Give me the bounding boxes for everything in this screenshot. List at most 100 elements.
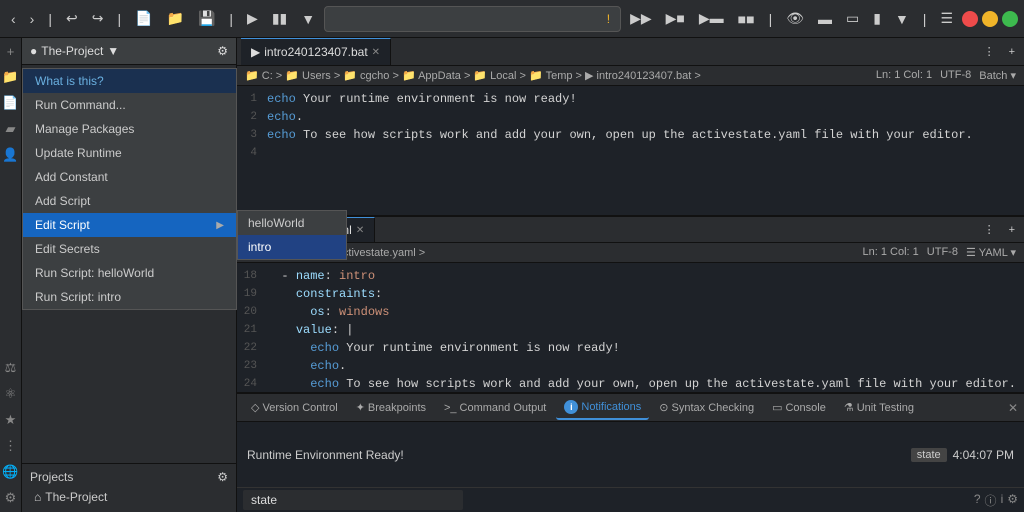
add-script-item[interactable]: Add Script bbox=[23, 189, 236, 213]
layout-btn3[interactable]: ▮ bbox=[868, 7, 886, 30]
new-file-button[interactable]: 📄 bbox=[130, 7, 157, 30]
info-icon-small[interactable]: i bbox=[1001, 492, 1004, 509]
toolbar-icon2[interactable]: ▶■ bbox=[661, 7, 690, 30]
layout-btn2[interactable]: ▭ bbox=[841, 7, 864, 30]
eye-button[interactable]: 👁 bbox=[781, 7, 809, 30]
btab-version-control[interactable]: ◇ Version Control bbox=[243, 397, 346, 418]
syntax-checking-label: Syntax Checking bbox=[672, 402, 755, 414]
undo-button[interactable]: ↩ bbox=[61, 7, 83, 30]
run-button[interactable]: ▶ bbox=[242, 7, 263, 30]
upper-code-editor[interactable]: 1 echo Your runtime environment is now r… bbox=[237, 86, 1024, 215]
database-icon[interactable]: ▰ bbox=[4, 119, 18, 139]
new-tab-btn[interactable]: + bbox=[1004, 42, 1020, 61]
project-dropdown-icon: ▼ bbox=[107, 44, 119, 58]
lower-new-tab-btn[interactable]: + bbox=[1004, 220, 1020, 239]
projects-gear-icon[interactable]: ⚙ bbox=[217, 470, 228, 484]
edit-secrets-item[interactable]: Edit Secrets bbox=[23, 237, 236, 261]
info-circle-icon[interactable]: ⓘ bbox=[985, 492, 997, 509]
console-icon: ▭ bbox=[772, 401, 782, 414]
lower-status-right: Ln: 1 Col: 1 UTF-8 ☰ YAML ▾ bbox=[863, 246, 1016, 259]
bottom-command-input[interactable] bbox=[243, 490, 463, 510]
edit-script-item[interactable]: Edit Script ▶ bbox=[23, 213, 236, 237]
context-menu: What is this? Run Command... Manage Pack… bbox=[22, 68, 237, 310]
run-intro-label: Run Script: intro bbox=[35, 290, 121, 304]
project-settings-icon[interactable]: ⚙ bbox=[217, 44, 228, 58]
toolbar-icon1[interactable]: ▶▶ bbox=[625, 7, 657, 30]
help-icon[interactable]: ? bbox=[974, 492, 981, 509]
flask-icon[interactable]: ⚖ bbox=[3, 358, 19, 378]
toolbar-icon3[interactable]: ▶▬ bbox=[694, 7, 729, 30]
version-control-label: Version Control bbox=[262, 402, 337, 414]
what-is-this-item[interactable]: What is this? bbox=[23, 69, 236, 93]
upper-tab-close[interactable]: ✕ bbox=[372, 47, 380, 58]
what-is-this-label: What is this? bbox=[35, 74, 104, 88]
lower-code-line-23: 23 echo. bbox=[237, 357, 1024, 375]
globe-icon[interactable]: 🌐 bbox=[0, 462, 20, 482]
lower-breadcrumb: ■ The-Project > ☰ activestate.yaml > Ln:… bbox=[237, 243, 1024, 263]
star-icon[interactable]: ★ bbox=[3, 410, 19, 430]
bottom-panel-close[interactable]: ✕ bbox=[1008, 401, 1018, 415]
run-command-item[interactable]: Run Command... bbox=[23, 93, 236, 117]
lower-tab-close[interactable]: ✕ bbox=[356, 225, 364, 236]
notification-meta: state 4:04:07 PM bbox=[911, 448, 1014, 462]
separator3: | bbox=[224, 8, 238, 30]
dots-icon[interactable]: ⋮ bbox=[2, 436, 19, 456]
notification-message: Runtime Environment Ready! bbox=[247, 448, 404, 462]
nav-forward-button[interactable]: › bbox=[25, 8, 40, 30]
person-icon[interactable]: 👤 bbox=[0, 145, 20, 165]
add-icon[interactable]: + bbox=[5, 42, 17, 61]
hamburger-button[interactable]: ☰ bbox=[935, 7, 958, 30]
lower-code-line-24: 24 echo To see how scripts work and add … bbox=[237, 375, 1024, 392]
toolbar-icon4[interactable]: ■■ bbox=[733, 8, 760, 30]
btab-command-output[interactable]: >_ Command Output bbox=[436, 398, 554, 418]
project-list-item[interactable]: ⌂ The-Project bbox=[30, 488, 228, 506]
settings-icon[interactable]: ⚙ bbox=[3, 488, 19, 508]
split-down-btn[interactable]: ⋮ bbox=[979, 42, 1000, 61]
goto-input[interactable]: Go to Anything bbox=[335, 12, 607, 26]
btab-notifications[interactable]: i Notifications bbox=[556, 396, 649, 420]
run-hello-label: Run Script: helloWorld bbox=[35, 266, 154, 280]
breakpoints-label: Breakpoints bbox=[368, 402, 426, 414]
layout-btn1[interactable]: ▬ bbox=[813, 8, 837, 30]
upper-batch-mode[interactable]: Batch ▾ bbox=[979, 69, 1016, 82]
layout-more[interactable]: ▼ bbox=[890, 8, 914, 30]
update-runtime-item[interactable]: Update Runtime bbox=[23, 141, 236, 165]
lower-split-btn[interactable]: ⋮ bbox=[979, 220, 1000, 239]
save-button[interactable]: 💾 bbox=[193, 7, 220, 30]
open-button[interactable]: 📁 bbox=[162, 7, 189, 30]
editor-split: ▶ intro240123407.bat ✕ ⋮ + 📁 C: > 📁 User… bbox=[237, 38, 1024, 392]
upper-tab-bat[interactable]: ▶ intro240123407.bat ✕ bbox=[241, 38, 391, 65]
submenu-intro[interactable]: intro bbox=[238, 235, 346, 259]
window-maximize-button[interactable] bbox=[1002, 11, 1018, 27]
submenu-helloworld[interactable]: helloWorld bbox=[238, 211, 346, 235]
lower-yaml-mode[interactable]: ☰ YAML ▾ bbox=[966, 246, 1016, 259]
code-line-3: 3 echo To see how scripts work and add y… bbox=[237, 126, 1024, 144]
btab-syntax-checking[interactable]: ⊙ Syntax Checking bbox=[651, 397, 762, 418]
lower-code-editor[interactable]: 18 - name: intro 19 constraints: 20 os: … bbox=[237, 263, 1024, 392]
goto-bar[interactable]: Go to Anything ! bbox=[324, 6, 621, 32]
bottom-panel: ◇ Version Control ✦ Breakpoints >_ Comma… bbox=[237, 392, 1024, 512]
btab-breakpoints[interactable]: ✦ Breakpoints bbox=[348, 397, 434, 418]
edit-script-label: Edit Script bbox=[35, 218, 90, 232]
pause-button[interactable]: ▮▮ bbox=[267, 7, 292, 30]
window-minimize-button[interactable] bbox=[982, 11, 998, 27]
run-hello-item[interactable]: Run Script: helloWorld bbox=[23, 261, 236, 285]
manage-packages-item[interactable]: Manage Packages bbox=[23, 117, 236, 141]
upper-ln-col: Ln: 1 Col: 1 bbox=[876, 69, 932, 82]
btab-console[interactable]: ▭ Console bbox=[764, 397, 834, 418]
window-close-button[interactable] bbox=[962, 11, 978, 27]
syntax-checking-icon: ⊙ bbox=[659, 401, 668, 414]
more-button[interactable]: ▼ bbox=[296, 8, 320, 30]
nav-back-button[interactable]: ‹ bbox=[6, 8, 21, 30]
settings-circle-icon[interactable]: ⚙ bbox=[1007, 492, 1018, 509]
project-header[interactable]: ● The-Project ▼ ⚙ bbox=[22, 38, 236, 65]
run-intro-item[interactable]: Run Script: intro bbox=[23, 285, 236, 309]
folder-icon[interactable]: 📁 bbox=[0, 67, 20, 87]
btab-unit-testing[interactable]: ⚗ Unit Testing bbox=[836, 397, 922, 418]
add-constant-item[interactable]: Add Constant bbox=[23, 165, 236, 189]
project-name-label: The-Project bbox=[45, 490, 107, 504]
file-icon[interactable]: 📄 bbox=[0, 93, 20, 113]
redo-button[interactable]: ↪ bbox=[87, 7, 109, 30]
unit-testing-icon: ⚗ bbox=[844, 401, 854, 414]
atom-icon[interactable]: ⚛ bbox=[3, 384, 19, 404]
